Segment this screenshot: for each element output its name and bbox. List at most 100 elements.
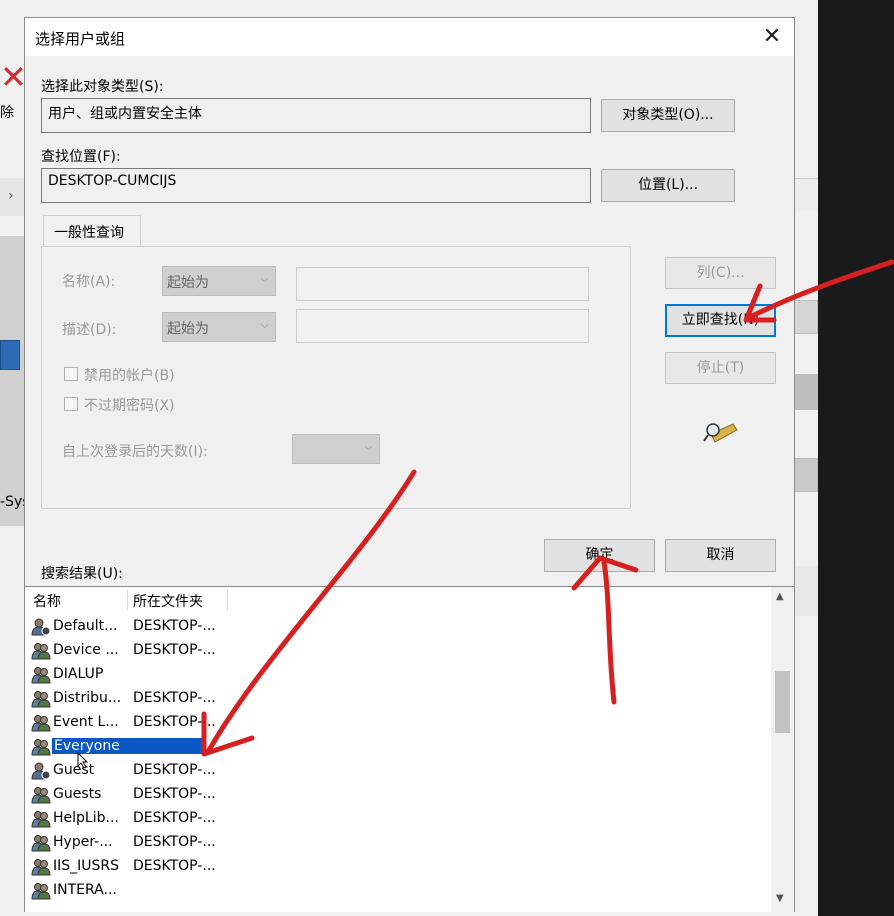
ok-button[interactable]: 确定 xyxy=(544,539,655,572)
days-since-logon-combo[interactable]: ⌵ xyxy=(292,434,380,464)
search-results-list[interactable]: 名称 所在文件夹 Default... DESKTOP-... Device ...… xyxy=(25,586,794,912)
scroll-up-arrow-icon[interactable]: ▲ xyxy=(776,591,784,602)
background-delete-label: 除 xyxy=(0,105,14,121)
object-type-field: 用户、组或内置安全主体 xyxy=(41,98,591,133)
result-row[interactable]: DIALUP xyxy=(29,663,229,687)
chevron-down-icon: ⌵ xyxy=(260,318,269,331)
delete-icon: ✕ xyxy=(0,58,27,96)
background-button xyxy=(792,374,818,410)
chevron-down-icon: ⌵ xyxy=(364,440,373,453)
scroll-down-arrow-icon[interactable]: ▼ xyxy=(776,893,784,904)
chevron-right-icon: › xyxy=(8,188,14,204)
chevron-down-icon: ⌵ xyxy=(260,272,269,285)
name-match-combo[interactable]: 起始为 ⌵ xyxy=(162,266,276,296)
group-icon xyxy=(31,643,51,660)
group-icon xyxy=(31,835,51,852)
name-match-value: 起始为 xyxy=(167,275,209,291)
close-button[interactable]: ✕ xyxy=(757,22,787,52)
column-divider[interactable] xyxy=(127,589,128,611)
disabled-accounts-checkbox[interactable] xyxy=(64,367,78,381)
group-icon xyxy=(31,691,51,708)
background-right-strip xyxy=(792,178,818,211)
close-icon: ✕ xyxy=(762,24,782,49)
result-row[interactable]: IIS_IUSRS DESKTOP-... xyxy=(29,855,229,879)
object-types-button[interactable]: 对象类型(O)... xyxy=(601,99,735,132)
group-icon xyxy=(31,667,51,684)
column-divider[interactable] xyxy=(227,589,228,611)
result-folder: DESKTOP-... xyxy=(133,714,216,730)
background-right-strip xyxy=(792,566,818,616)
non-expiring-password-label: 不过期密码(X) xyxy=(84,398,175,414)
location-label: 查找位置(F): xyxy=(41,149,121,165)
result-folder: DESKTOP-... xyxy=(133,618,216,634)
result-name: HelpLib... xyxy=(53,810,119,826)
description-label: 描述(D): xyxy=(62,322,117,338)
scrollbar-thumb[interactable] xyxy=(775,671,790,733)
mouse-cursor-icon xyxy=(77,752,89,769)
group-icon xyxy=(31,883,51,900)
group-icon xyxy=(31,715,51,732)
days-since-logon-label: 自上次登录后的天数(I): xyxy=(62,444,208,460)
result-name: Default... xyxy=(53,618,118,634)
background-panel xyxy=(0,236,24,526)
description-input[interactable] xyxy=(296,309,589,343)
dialog-title: 选择用户或组 xyxy=(35,30,126,48)
find-now-button[interactable]: 立即查找(N) xyxy=(665,304,776,337)
background-button xyxy=(792,300,818,334)
search-results-label: 搜索结果(U): xyxy=(41,566,123,582)
result-row[interactable]: Guests DESKTOP-... xyxy=(29,783,229,807)
result-folder: DESKTOP-... xyxy=(133,642,216,658)
group-icon xyxy=(31,859,51,876)
result-row[interactable]: Everyone xyxy=(29,735,229,759)
result-name: Hyper-... xyxy=(53,834,113,850)
result-folder: DESKTOP-... xyxy=(133,762,216,778)
stop-button[interactable]: 停止(T) xyxy=(665,352,776,384)
result-row[interactable]: Event L... DESKTOP-... xyxy=(29,711,229,735)
title-bar: 选择用户或组 ✕ xyxy=(25,18,794,56)
result-name: IIS_IUSRS xyxy=(53,858,120,874)
tab-general-query[interactable]: 一般性查询 xyxy=(43,215,141,247)
result-folder: DESKTOP-... xyxy=(133,858,216,874)
result-folder: DESKTOP-... xyxy=(133,786,216,802)
table-icon xyxy=(0,340,20,370)
group-icon xyxy=(31,739,51,756)
background-button xyxy=(792,458,818,492)
object-type-label: 选择此对象类型(S): xyxy=(41,79,164,95)
result-folder: DESKTOP-... xyxy=(133,834,216,850)
user-icon xyxy=(31,762,51,780)
search-key-icon xyxy=(703,423,738,443)
result-name: Everyone xyxy=(52,738,202,754)
result-row[interactable]: Hyper-... DESKTOP-... xyxy=(29,831,229,855)
result-row[interactable]: INTERA... xyxy=(29,879,229,903)
result-name: DIALUP xyxy=(53,666,104,682)
column-header-name[interactable]: 名称 xyxy=(33,587,61,611)
name-input[interactable] xyxy=(296,267,589,301)
description-match-combo[interactable]: 起始为 ⌵ xyxy=(162,312,276,342)
result-row[interactable]: Guest DESKTOP-... xyxy=(29,759,229,783)
location-field: DESKTOP-CUMCIJS xyxy=(41,168,591,203)
result-row[interactable]: Distribu... DESKTOP-... xyxy=(29,687,229,711)
columns-button[interactable]: 列(C)... xyxy=(665,257,776,289)
result-name: Distribu... xyxy=(53,690,122,706)
column-header-folder[interactable]: 所在文件夹 xyxy=(133,587,203,611)
result-row[interactable]: Device ... DESKTOP-... xyxy=(29,639,229,663)
group-icon xyxy=(31,787,51,804)
result-name: Guests xyxy=(53,786,102,802)
locations-button[interactable]: 位置(L)... xyxy=(601,169,735,202)
group-icon xyxy=(31,811,51,828)
result-name: Event L... xyxy=(53,714,119,730)
result-row[interactable]: HelpLib... DESKTOP-... xyxy=(29,807,229,831)
result-name: INTERA... xyxy=(53,882,117,898)
result-folder: DESKTOP-... xyxy=(133,810,216,826)
cancel-button[interactable]: 取消 xyxy=(665,539,776,572)
name-label: 名称(A): xyxy=(62,274,116,290)
non-expiring-password-checkbox[interactable] xyxy=(64,397,78,411)
description-match-value: 起始为 xyxy=(167,321,209,337)
user-icon xyxy=(31,618,51,636)
vertical-scrollbar[interactable]: ▲ ▼ xyxy=(771,587,793,912)
result-row[interactable]: Default... DESKTOP-... xyxy=(29,615,229,639)
result-folder: DESKTOP-... xyxy=(133,690,216,706)
general-query-panel: 名称(A): 起始为 ⌵ 描述(D): 起始为 ⌵ 禁用的帐户(B) 不过期密码… xyxy=(41,246,631,509)
result-name: Device ... xyxy=(53,642,119,658)
disabled-accounts-label: 禁用的帐户(B) xyxy=(84,368,175,384)
